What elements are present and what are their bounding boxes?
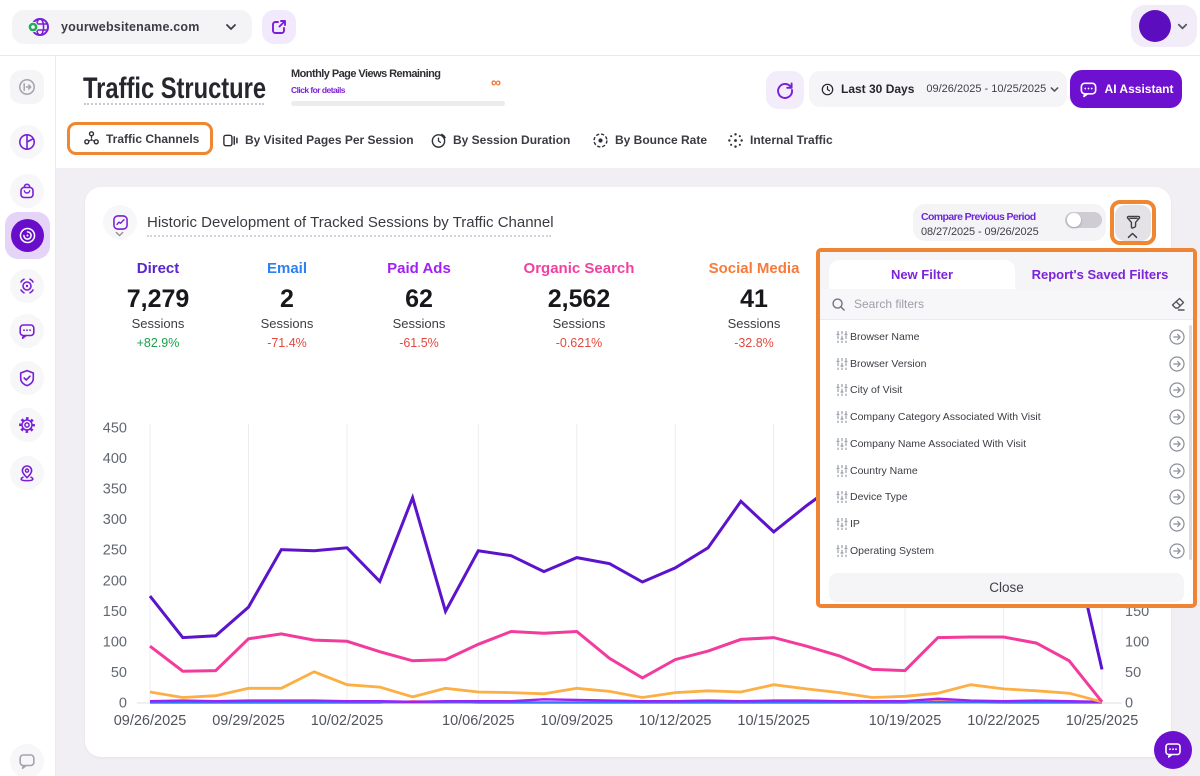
svg-text:10/02/2025: 10/02/2025: [311, 713, 384, 729]
svg-text:450: 450: [103, 421, 127, 437]
svg-text:09/26/2025: 09/26/2025: [114, 713, 187, 729]
svg-text:09/29/2025: 09/29/2025: [212, 713, 285, 729]
svg-text:300: 300: [103, 512, 127, 528]
svg-text:0: 0: [1125, 696, 1133, 712]
svg-text:10/25/2025: 10/25/2025: [1066, 713, 1139, 729]
svg-text:10/06/2025: 10/06/2025: [442, 713, 515, 729]
svg-text:10/12/2025: 10/12/2025: [639, 713, 712, 729]
svg-text:10/09/2025: 10/09/2025: [541, 713, 614, 729]
svg-text:200: 200: [103, 573, 127, 589]
svg-text:250: 250: [103, 543, 127, 559]
svg-text:100: 100: [1125, 634, 1149, 650]
svg-text:0: 0: [119, 696, 127, 712]
svg-text:10/15/2025: 10/15/2025: [737, 713, 810, 729]
svg-text:10/22/2025: 10/22/2025: [967, 713, 1040, 729]
svg-text:50: 50: [1125, 665, 1141, 681]
svg-text:150: 150: [103, 604, 127, 620]
svg-text:10/19/2025: 10/19/2025: [869, 713, 942, 729]
svg-text:50: 50: [111, 665, 127, 681]
svg-text:100: 100: [103, 634, 127, 650]
svg-text:350: 350: [103, 482, 127, 498]
svg-text:400: 400: [103, 451, 127, 467]
